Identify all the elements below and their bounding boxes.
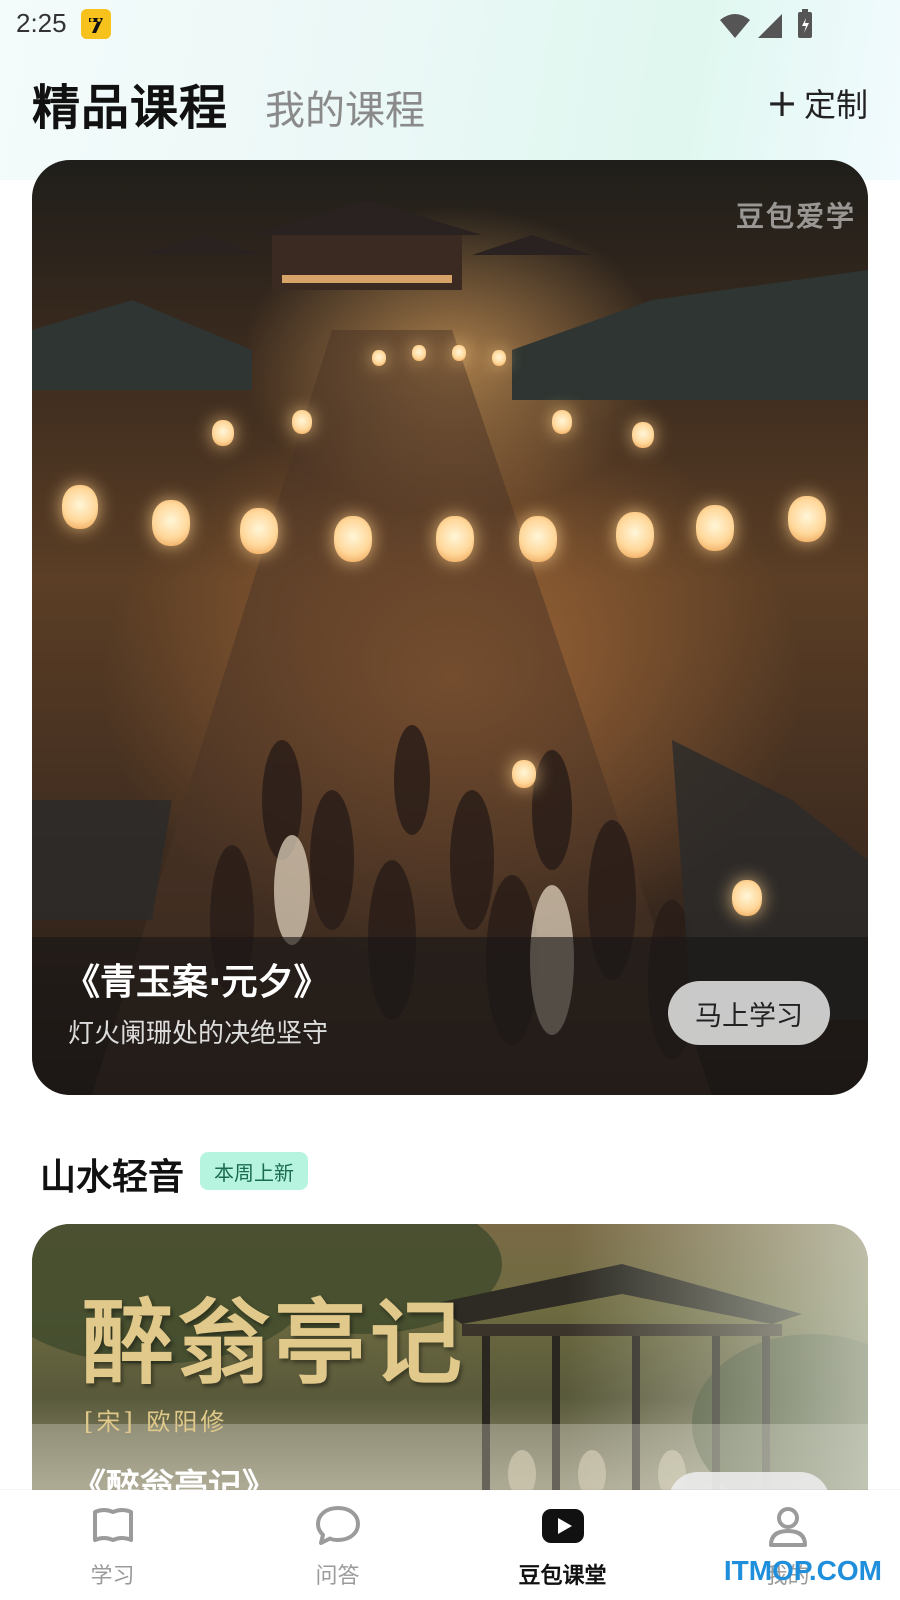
book-icon bbox=[92, 1508, 133, 1542]
nav-item-doubao-classroom[interactable]: 豆包课堂 bbox=[450, 1490, 675, 1600]
lantern-decoration bbox=[436, 516, 474, 562]
battery-icon bbox=[798, 9, 812, 38]
new-this-week-badge: 本周上新 bbox=[200, 1152, 308, 1190]
lantern-decoration bbox=[292, 410, 312, 434]
lantern-decoration bbox=[632, 422, 654, 448]
nav-item-label: 学习 bbox=[90, 1564, 135, 1589]
customize-button[interactable]: + 定制 bbox=[766, 82, 868, 124]
nav-item-label: 问答 bbox=[315, 1564, 360, 1589]
status-icons bbox=[710, 8, 830, 40]
lantern-decoration bbox=[212, 420, 234, 446]
course-title: 《青玉案·元夕》 bbox=[64, 962, 330, 1003]
lantern-decoration bbox=[552, 410, 572, 434]
lantern-decoration bbox=[788, 496, 826, 542]
course-card[interactable]: 醉翁亭记 [宋] 欧阳修 《醉翁亭记》 bbox=[32, 1224, 868, 1514]
play-icon bbox=[541, 1509, 584, 1543]
mist-overlay bbox=[568, 1224, 868, 1514]
tab-featured-courses[interactable]: 精品课程 bbox=[32, 68, 228, 138]
calligraphy-title: 醉翁亭记 bbox=[82, 1289, 467, 1397]
nav-item-qa[interactable]: 问答 bbox=[225, 1490, 450, 1600]
lantern-decoration bbox=[62, 485, 98, 529]
wifi-icon bbox=[720, 14, 750, 38]
tab-my-courses[interactable]: 我的课程 bbox=[265, 78, 425, 136]
lantern-decoration bbox=[696, 505, 734, 551]
user-icon bbox=[768, 1507, 807, 1547]
lantern-decoration bbox=[334, 516, 372, 562]
featured-course-card[interactable]: 豆包爱学 《青玉案·元夕》 灯火阑珊处的决绝坚守 马上学习 bbox=[32, 160, 868, 1095]
nav-item-study[interactable]: 学习 bbox=[0, 1490, 225, 1600]
app-notification-icon bbox=[81, 9, 111, 39]
status-time: 2:25 bbox=[16, 8, 67, 38]
course-header: 精品课程 我的课程 + 定制 bbox=[0, 60, 900, 140]
status-bar: 2:25 bbox=[0, 0, 900, 48]
lantern-decoration bbox=[452, 345, 466, 361]
lantern-decoration bbox=[519, 516, 557, 562]
lantern-decoration bbox=[512, 760, 536, 788]
customize-label: 定制 bbox=[803, 86, 868, 124]
course-subtitle: 灯火阑珊处的决绝坚守 bbox=[68, 1019, 329, 1049]
lantern-decoration bbox=[412, 345, 426, 361]
nav-item-label: 豆包课堂 bbox=[518, 1564, 607, 1589]
lantern-decoration bbox=[240, 508, 278, 554]
start-learning-button[interactable]: 马上学习 bbox=[668, 981, 830, 1045]
chat-bubble-icon bbox=[315, 1506, 360, 1545]
lantern-decoration bbox=[372, 350, 386, 366]
lantern-decoration bbox=[732, 880, 762, 916]
author-label: [宋] 欧阳修 bbox=[84, 1408, 228, 1436]
brand-watermark: 豆包爱学 bbox=[735, 200, 856, 233]
lantern-decoration bbox=[492, 350, 506, 366]
lantern-decoration bbox=[616, 512, 654, 558]
lantern-decoration bbox=[152, 500, 190, 546]
section-title: 山水轻音 bbox=[40, 1157, 185, 1198]
site-watermark: ITMOP.COM bbox=[723, 1555, 882, 1586]
plus-icon: + bbox=[766, 81, 798, 125]
cell-signal-icon bbox=[758, 14, 782, 38]
